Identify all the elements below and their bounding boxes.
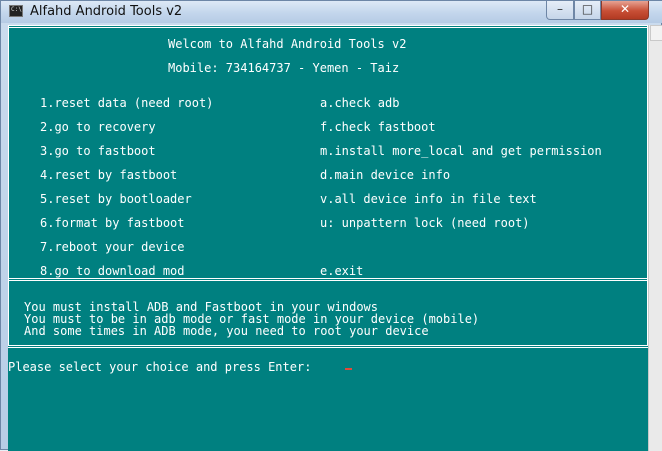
text-cursor[interactable]: [345, 368, 352, 370]
menu-item-format-fastboot: 6.format by fastboot: [40, 216, 185, 230]
menu-item-download-mod: 8.go to download mod: [40, 264, 185, 278]
console-output[interactable]: Welcom to Alfahd Android Tools v2 Mobile…: [8, 25, 648, 451]
menu-item-unpattern-lock: u: unpattern lock (need root): [320, 216, 530, 230]
menu-item-reset-data: 1.reset data (need root): [40, 96, 214, 110]
menu-item-check-fastboot: f.check fastboot: [320, 120, 436, 134]
header-mobile: Mobile: 734164737 - Yemen - Taiz: [168, 61, 400, 75]
menu-item-fastboot: 3.go to fastboot: [40, 144, 156, 158]
menu-item-reset-bootloader: 5.reset by bootloader: [40, 192, 192, 206]
notes-left-border: [8, 280, 9, 346]
menu-item-check-adb: a.check adb: [320, 96, 400, 110]
note-root-device: And some times in ADB mode, you need to …: [24, 324, 429, 338]
menu-item-exit: e.exit: [320, 264, 364, 278]
header-welcome: Welcom to Alfahd Android Tools v2: [168, 37, 407, 51]
console-app-icon[interactable]: [9, 5, 23, 17]
input-prompt: Please select your choice and press Ente…: [8, 360, 312, 374]
menu-item-reset-fastboot: 4.reset by fastboot: [40, 168, 178, 182]
menu-item-all-device-info: v.all device info in file text: [320, 192, 537, 206]
console-window: Alfahd Android Tools v2 – □ ✕ Welcom to …: [0, 0, 662, 451]
menu-item-install-more-local: m.install more_local and get permission: [320, 144, 602, 158]
scroll-up-button[interactable]: [650, 25, 662, 41]
frame-top-border: [8, 25, 648, 28]
menu-item-main-device-info: d.main device info: [320, 168, 451, 182]
window-title: Alfahd Android Tools v2: [30, 4, 183, 19]
frame-left-border: [8, 25, 9, 280]
close-button[interactable]: ✕: [601, 1, 649, 20]
frame-bottom-border: [8, 278, 648, 281]
menu-item-reboot: 7.reboot your device: [40, 240, 185, 254]
minimize-button[interactable]: –: [546, 1, 574, 20]
maximize-button[interactable]: □: [574, 1, 601, 20]
menu-item-recovery: 2.go to recovery: [40, 120, 156, 134]
vertical-scrollbar[interactable]: [648, 25, 662, 451]
title-bar[interactable]: Alfahd Android Tools v2 – □ ✕: [1, 1, 662, 23]
notes-bottom-border: [8, 345, 648, 348]
